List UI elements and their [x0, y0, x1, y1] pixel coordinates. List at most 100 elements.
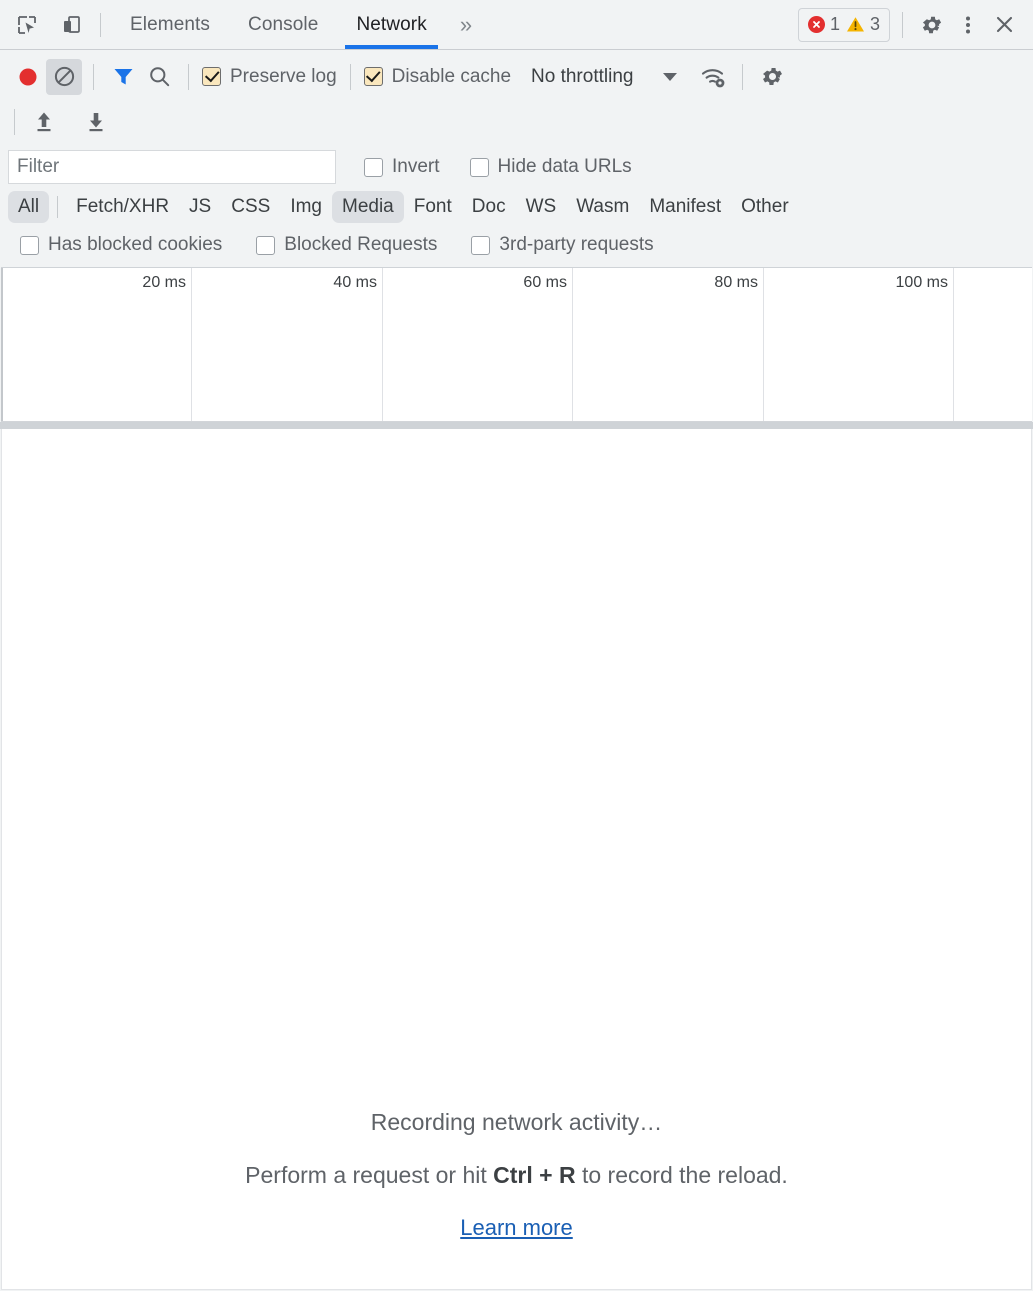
chip-all[interactable]: All: [8, 191, 50, 223]
chip-media[interactable]: Media: [332, 191, 404, 223]
empty-state-description: Perform a request or hit Ctrl + R to rec…: [245, 1162, 788, 1189]
third-party-requests-label: 3rd-party requests: [499, 234, 654, 255]
preserve-log-checkbox-box: [202, 67, 221, 86]
network-requests-area: Recording network activity… Perform a re…: [1, 429, 1032, 1290]
devtools-window: Elements Console Network » 1 3 Preserve …: [0, 0, 1033, 1291]
download-arrow-icon: [89, 113, 103, 132]
overview-gridline: [382, 268, 383, 421]
chevron-down-icon: [663, 72, 678, 81]
preserve-log-label: Preserve log: [230, 65, 337, 87]
network-toolbar: Preserve log Disable cache No throttling: [0, 50, 1033, 141]
tabbar-right-divider: [902, 11, 903, 38]
has-blocked-cookies-checkbox-box: [20, 235, 39, 255]
blocked-requests-checkbox-box: [256, 235, 276, 255]
warning-count: 3: [869, 14, 880, 34]
clear-button[interactable]: [46, 58, 82, 95]
network-overview-timeline[interactable]: 20 ms 40 ms 60 ms 80 ms 100 ms: [1, 267, 1032, 422]
toolbar-divider-2: [188, 63, 189, 90]
tab-console[interactable]: Console: [229, 0, 337, 49]
overview-tick-label: 60 ms: [523, 274, 567, 291]
disable-cache-checkbox[interactable]: Disable cache: [362, 66, 513, 88]
chip-wasm[interactable]: Wasm: [566, 191, 639, 223]
hide-data-urls-checkbox[interactable]: Hide data URLs: [468, 156, 634, 178]
devtools-settings-button[interactable]: [915, 8, 949, 42]
tab-network[interactable]: Network: [337, 0, 445, 49]
export-har-button[interactable]: [78, 104, 114, 140]
close-devtools-button[interactable]: [987, 8, 1021, 42]
tab-elements-label: Elements: [130, 13, 211, 35]
device-toolbar-button[interactable]: [56, 10, 86, 40]
learn-more-link[interactable]: Learn more: [460, 1215, 573, 1241]
network-conditions-button[interactable]: [695, 59, 731, 95]
devtools-menu-button[interactable]: [951, 8, 985, 42]
search-icon: [149, 67, 169, 87]
tabbar-left-icons: [0, 10, 86, 40]
empty-state-text-after: to record the reload.: [575, 1162, 788, 1188]
overview-gridline: [763, 268, 764, 421]
chip-divider: [57, 196, 59, 218]
throttling-value: No throttling: [531, 65, 634, 87]
overview-tick-label: 100 ms: [895, 274, 948, 291]
more-tabs-button[interactable]: »: [446, 0, 486, 49]
device-toolbar-icon: [64, 15, 80, 33]
chip-other[interactable]: Other: [731, 191, 799, 223]
error-indicator: 1: [807, 14, 840, 35]
invert-checkbox[interactable]: Invert: [362, 156, 442, 178]
toolbar-divider-5: [14, 109, 15, 135]
overview-gridlines: 20 ms 40 ms 60 ms 80 ms 100 ms: [1, 268, 1032, 421]
network-filter-bar: Invert Hide data URLs All Fetch/XHR JS C…: [0, 141, 1033, 267]
upload-arrow-icon: [37, 112, 51, 132]
throttling-select[interactable]: No throttling: [531, 65, 678, 88]
chip-doc[interactable]: Doc: [462, 191, 516, 223]
devtools-tabbar: Elements Console Network » 1 3: [0, 0, 1033, 50]
preserve-log-checkbox[interactable]: Preserve log: [200, 66, 339, 88]
search-button[interactable]: [141, 59, 177, 95]
hide-data-urls-checkbox-box: [469, 157, 489, 177]
toolbar-divider-1: [93, 63, 94, 90]
blocked-requests-label: Blocked Requests: [284, 234, 438, 255]
clear-no-entry-icon: [54, 66, 74, 87]
chip-js[interactable]: JS: [179, 191, 221, 223]
empty-state-shortcut: Ctrl + R: [493, 1162, 576, 1188]
toolbar-divider-3: [349, 63, 351, 90]
close-icon: [996, 16, 1012, 33]
panel-tabs: Elements Console Network »: [111, 0, 486, 49]
has-blocked-cookies-checkbox[interactable]: Has blocked cookies: [18, 234, 224, 256]
filter-funnel-icon: [114, 69, 132, 85]
filter-input[interactable]: [8, 150, 336, 184]
import-har-button[interactable]: [26, 104, 62, 140]
resource-type-chips: All Fetch/XHR JS CSS Img Media Font Doc …: [0, 187, 1033, 227]
invert-checkbox-box: [364, 157, 383, 177]
chip-css[interactable]: CSS: [221, 191, 280, 223]
network-toolbar-row-1: Preserve log Disable cache No throttling: [0, 50, 1033, 103]
chip-font[interactable]: Font: [404, 191, 462, 223]
inspect-element-button[interactable]: [12, 10, 42, 40]
overview-resize-handle[interactable]: [0, 422, 1033, 429]
empty-state: Recording network activity… Perform a re…: [245, 1109, 788, 1241]
blocked-filters-row: Has blocked cookies Blocked Requests 3rd…: [0, 227, 1033, 267]
overview-gridline: [953, 268, 954, 421]
inspect-element-icon: [18, 15, 36, 34]
chip-manifest[interactable]: Manifest: [639, 191, 731, 223]
chip-ws[interactable]: WS: [516, 191, 567, 223]
overview-tick-label: 80 ms: [714, 274, 758, 291]
issues-badge[interactable]: 1 3: [797, 7, 890, 42]
chip-img[interactable]: Img: [280, 191, 332, 223]
network-settings-button[interactable]: [754, 59, 790, 95]
overview-gridline: [572, 268, 573, 421]
blocked-requests-checkbox[interactable]: Blocked Requests: [254, 234, 439, 256]
overview-tick-label: 20 ms: [142, 274, 186, 291]
gear-icon: [762, 67, 782, 86]
kebab-menu-icon: [966, 16, 970, 33]
disable-cache-checkbox-box: [363, 67, 383, 86]
filter-toggle-button[interactable]: [105, 59, 141, 95]
tab-elements[interactable]: Elements: [111, 0, 229, 49]
overview-gridline: [191, 268, 192, 421]
third-party-requests-checkbox[interactable]: 3rd-party requests: [469, 234, 655, 256]
chip-fetch-xhr[interactable]: Fetch/XHR: [66, 191, 179, 223]
overview-tick-label: 40 ms: [333, 274, 377, 291]
record-button[interactable]: [10, 59, 46, 95]
disable-cache-label: Disable cache: [391, 65, 512, 87]
wifi-settings-icon: [701, 68, 725, 87]
error-count: 1: [829, 14, 840, 34]
